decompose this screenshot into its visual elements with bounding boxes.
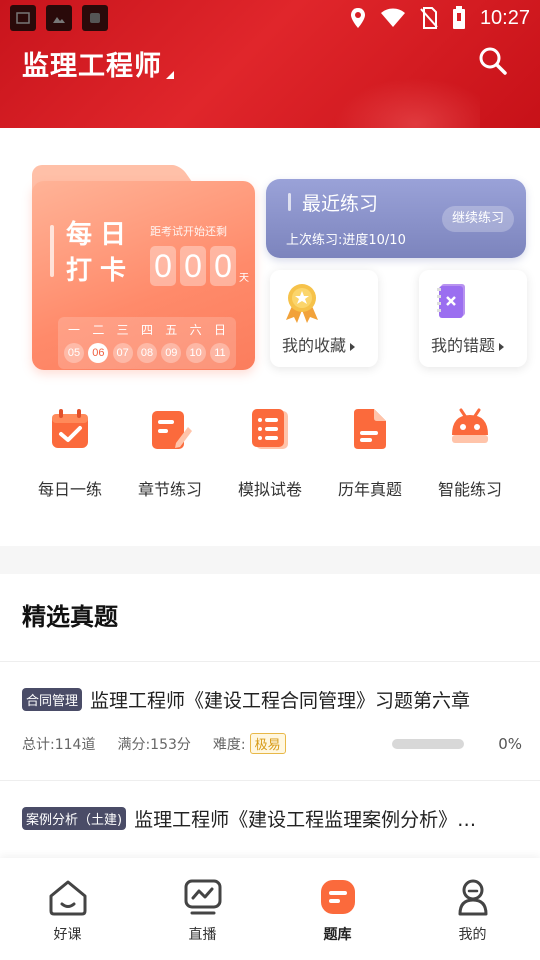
mock-exam-button[interactable]: 模拟试卷: [225, 405, 315, 500]
home-icon: [49, 880, 86, 916]
subject-tag: 案例分析（土建): [22, 807, 127, 830]
nav-label: 题库: [323, 927, 352, 943]
favorites-label: 我的收藏: [282, 332, 356, 356]
function-label: 模拟试卷: [237, 480, 302, 499]
featured-section-title: 精选真题: [22, 603, 118, 631]
difficulty-label: 难度:: [212, 736, 246, 753]
nav-profile[interactable]: 我的: [405, 858, 540, 960]
notification-icon: [10, 5, 36, 31]
weekday-label: 一: [67, 323, 80, 337]
nav-label: 直播: [188, 927, 217, 943]
smart-practice-button[interactable]: 智能练习: [425, 405, 515, 500]
exam-selector[interactable]: 监理工程师: [22, 44, 174, 83]
week-calendar: 一 二 三 四 五 六 日 05 06 07 08 09 10 11: [58, 317, 236, 369]
continue-practice-button[interactable]: 继续练习: [441, 206, 514, 232]
weekday-label: 日: [213, 323, 226, 337]
bottom-navigation: 好课 直播 题库 我的: [0, 858, 540, 960]
question-set-title: 监理工程师《建设工程监理案例分析》…: [134, 809, 477, 831]
weekday-label: 二: [92, 323, 105, 337]
chapter-practice-button[interactable]: 章节练习: [125, 405, 215, 500]
past-exams-button[interactable]: 历年真题: [325, 405, 415, 500]
question-count: 总计:114道: [22, 736, 96, 753]
weekday-label: 四: [140, 323, 153, 337]
nav-courses[interactable]: 好课: [0, 858, 135, 960]
section-gap: [0, 546, 540, 574]
mistake-book-icon: [437, 284, 465, 318]
divider: [0, 661, 540, 662]
weekday-label: 三: [116, 323, 129, 337]
mistakes-label: 我的错题: [431, 332, 505, 356]
app-notification-icon: [82, 5, 108, 31]
countdown-digit: 0: [210, 246, 236, 286]
countdown-unit: 天: [239, 273, 249, 284]
recent-progress: 上次练习:进度10/10: [286, 233, 406, 248]
subject-tag: 合同管理: [22, 688, 83, 711]
medal-icon: [286, 284, 318, 323]
recent-title: 最近练习: [302, 193, 379, 215]
header-decoration: [320, 70, 480, 128]
nav-label: 我的: [458, 927, 487, 943]
battery-icon: [452, 6, 465, 29]
nav-label: 好课: [53, 927, 82, 943]
date-cell: 10: [185, 343, 206, 363]
nav-question-bank[interactable]: 题库: [270, 858, 405, 960]
status-bar: 10:27: [0, 0, 540, 36]
weekday-label: 六: [189, 323, 202, 337]
question-set-title: 监理工程师《建设工程合同管理》习题第六章: [90, 690, 471, 712]
date-cell: 08: [136, 343, 157, 363]
question-set-item[interactable]: 合同管理 监理工程师《建设工程合同管理》习题第六章 总计:114道 满分:153…: [22, 686, 522, 754]
live-tv-icon: [184, 879, 221, 915]
image-icon: [46, 5, 72, 31]
progress-bar: [392, 738, 464, 749]
difficulty-badge: 极易: [249, 733, 286, 754]
calendar-check-icon: [52, 409, 88, 448]
document-icon: [354, 409, 386, 449]
my-favorites-card[interactable]: 我的收藏: [270, 270, 378, 367]
progress-percent: 0%: [498, 734, 522, 753]
function-label: 智能练习: [437, 480, 502, 499]
countdown-digit: 0: [180, 246, 206, 286]
location-icon: [350, 8, 365, 28]
date-cell: 09: [161, 343, 182, 363]
full-score: 满分:153分: [117, 736, 191, 753]
function-label: 章节练习: [137, 480, 202, 499]
question-set-item[interactable]: 案例分析（土建) 监理工程师《建设工程监理案例分析》…: [22, 805, 522, 832]
robot-icon: [452, 408, 488, 443]
app-header: 10:27 监理工程师: [0, 0, 540, 128]
countdown-digits: 0 0 0: [150, 246, 236, 286]
feature-shortcuts: 每日一练 章节练习 模拟试卷 历年真题 智能练习: [0, 405, 540, 500]
daily-practice-button[interactable]: 每日一练: [25, 405, 115, 500]
function-label: 历年真题: [337, 480, 402, 499]
my-mistakes-card[interactable]: 我的错题: [419, 270, 527, 367]
weekday-label: 五: [165, 323, 178, 337]
recent-practice-card[interactable]: 最近练习 上次练习:进度10/10 继续练习: [266, 179, 526, 258]
search-icon[interactable]: [478, 46, 508, 76]
no-sim-icon: [420, 7, 438, 29]
countdown-label: 距考试开始还剩: [150, 225, 227, 238]
status-time: 10:27: [479, 6, 530, 29]
daily-checkin-card[interactable]: 每日打卡 距考试开始还剩 0 0 0 天 一 二 三 四 五 六 日 05 06…: [32, 165, 255, 370]
countdown-digit: 0: [150, 246, 176, 286]
page-title: 监理工程师: [22, 51, 162, 82]
nav-live[interactable]: 直播: [135, 858, 270, 960]
dropdown-caret-icon: [166, 71, 174, 79]
question-bank-icon: [320, 880, 355, 914]
wifi-icon: [380, 8, 405, 27]
list-paper-icon: [252, 409, 288, 449]
checkin-title: 每日打卡: [66, 220, 135, 286]
date-cell: 07: [112, 343, 133, 363]
date-cell: 11: [209, 343, 230, 363]
edit-note-icon: [152, 411, 192, 449]
profile-icon: [458, 879, 487, 916]
function-label: 每日一练: [37, 480, 102, 499]
date-cell: 05: [64, 343, 84, 363]
date-cell-today: 06: [88, 343, 109, 363]
divider: [0, 780, 540, 781]
